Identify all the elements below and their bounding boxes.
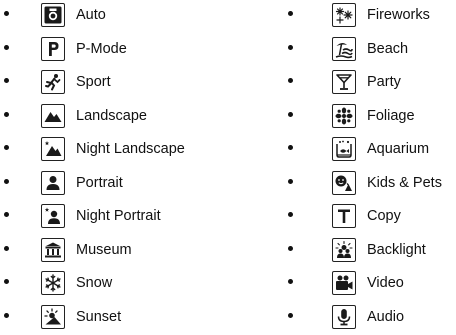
- mountain-icon: [41, 103, 65, 128]
- list-item: Sport: [0, 67, 230, 101]
- mode-label: Fireworks: [367, 7, 430, 23]
- mode-label: Sunset: [76, 308, 122, 325]
- mode-label: Copy: [367, 208, 401, 224]
- list-item: Museum: [0, 235, 230, 269]
- bullet: [4, 111, 9, 117]
- night-person-icon: [41, 204, 65, 228]
- bullet: [288, 178, 293, 184]
- bullet: [288, 145, 293, 150]
- bullet: [4, 44, 9, 50]
- list-item: Copy: [268, 201, 456, 235]
- mode-label: Auto: [76, 7, 106, 23]
- fish-tank-icon: [332, 137, 356, 161]
- cocktail-glass-icon: [332, 70, 356, 94]
- list-item: Backlight: [268, 235, 456, 269]
- person-icon: [41, 170, 65, 195]
- mode-label: Foliage: [367, 107, 415, 124]
- bullet: [4, 279, 9, 284]
- sunset-icon: [41, 304, 65, 329]
- list-item: Portrait: [0, 168, 230, 202]
- list-item: Sunset: [0, 302, 230, 335]
- backlight-icon: [332, 237, 356, 262]
- bullet: [288, 111, 293, 117]
- list-item: Snow: [0, 268, 230, 302]
- museum-icon: [41, 237, 65, 262]
- mode-label: Backlight: [367, 241, 426, 258]
- bullet: [4, 78, 9, 83]
- night-mountain-icon: [41, 137, 65, 161]
- mode-label: Video: [367, 275, 404, 291]
- bullet: [4, 11, 9, 16]
- mode-label: Kids & Pets: [367, 174, 442, 191]
- bullet: [288, 245, 293, 251]
- scene-mode-list-left: Auto P-Mode Sport Landscape Night Landsc…: [0, 0, 230, 335]
- t-letter-icon: [332, 204, 356, 228]
- foliage-icon: [332, 103, 356, 128]
- mode-label: P-Mode: [76, 40, 127, 57]
- list-item: Audio: [268, 302, 456, 335]
- mode-label: Museum: [76, 241, 132, 258]
- mode-label: Sport: [76, 74, 111, 90]
- list-item: Night Landscape: [0, 134, 230, 168]
- bullet: [288, 279, 293, 284]
- list-item: Night Portrait: [0, 201, 230, 235]
- mode-label: Portrait: [76, 174, 123, 191]
- bullet: [288, 78, 293, 83]
- bullet: [4, 145, 9, 150]
- runner-icon: [41, 70, 65, 94]
- bullet: [4, 212, 9, 217]
- mode-label: Night Portrait: [76, 208, 161, 224]
- mode-label: Audio: [367, 308, 405, 325]
- fireworks-icon: [332, 3, 356, 27]
- bullet: [288, 44, 293, 50]
- mode-label: Beach: [367, 40, 409, 57]
- mode-label: Aquarium: [367, 141, 430, 157]
- list-item: Video: [268, 268, 456, 302]
- list-item: P-Mode: [0, 34, 230, 68]
- bullet: [288, 312, 293, 318]
- list-item: Party: [268, 67, 456, 101]
- list-item: Beach: [268, 34, 456, 68]
- list-item: Auto: [0, 0, 230, 34]
- list-item: Foliage: [268, 101, 456, 135]
- mode-label: Snow: [76, 275, 113, 291]
- bullet: [288, 212, 293, 217]
- list-item: Kids & Pets: [268, 168, 456, 202]
- bullet: [288, 11, 293, 16]
- snowflake-icon: [41, 271, 65, 295]
- beach-icon: [332, 36, 356, 61]
- camera-icon: [41, 3, 65, 27]
- bullet: [4, 178, 9, 184]
- microphone-icon: [332, 304, 356, 329]
- list-item: Fireworks: [268, 0, 456, 34]
- p-letter-icon: [41, 36, 65, 61]
- bullet: [4, 312, 9, 318]
- video-camera-icon: [332, 271, 356, 295]
- mode-label: Landscape: [76, 107, 147, 124]
- list-item: Landscape: [0, 101, 230, 135]
- kids-pets-icon: [332, 170, 356, 195]
- scene-mode-list-right: Fireworks Beach Party Foliage Aquarium K…: [268, 0, 456, 335]
- bullet: [4, 245, 9, 251]
- mode-label: Party: [367, 74, 401, 90]
- list-item: Aquarium: [268, 134, 456, 168]
- mode-label: Night Landscape: [76, 141, 185, 157]
